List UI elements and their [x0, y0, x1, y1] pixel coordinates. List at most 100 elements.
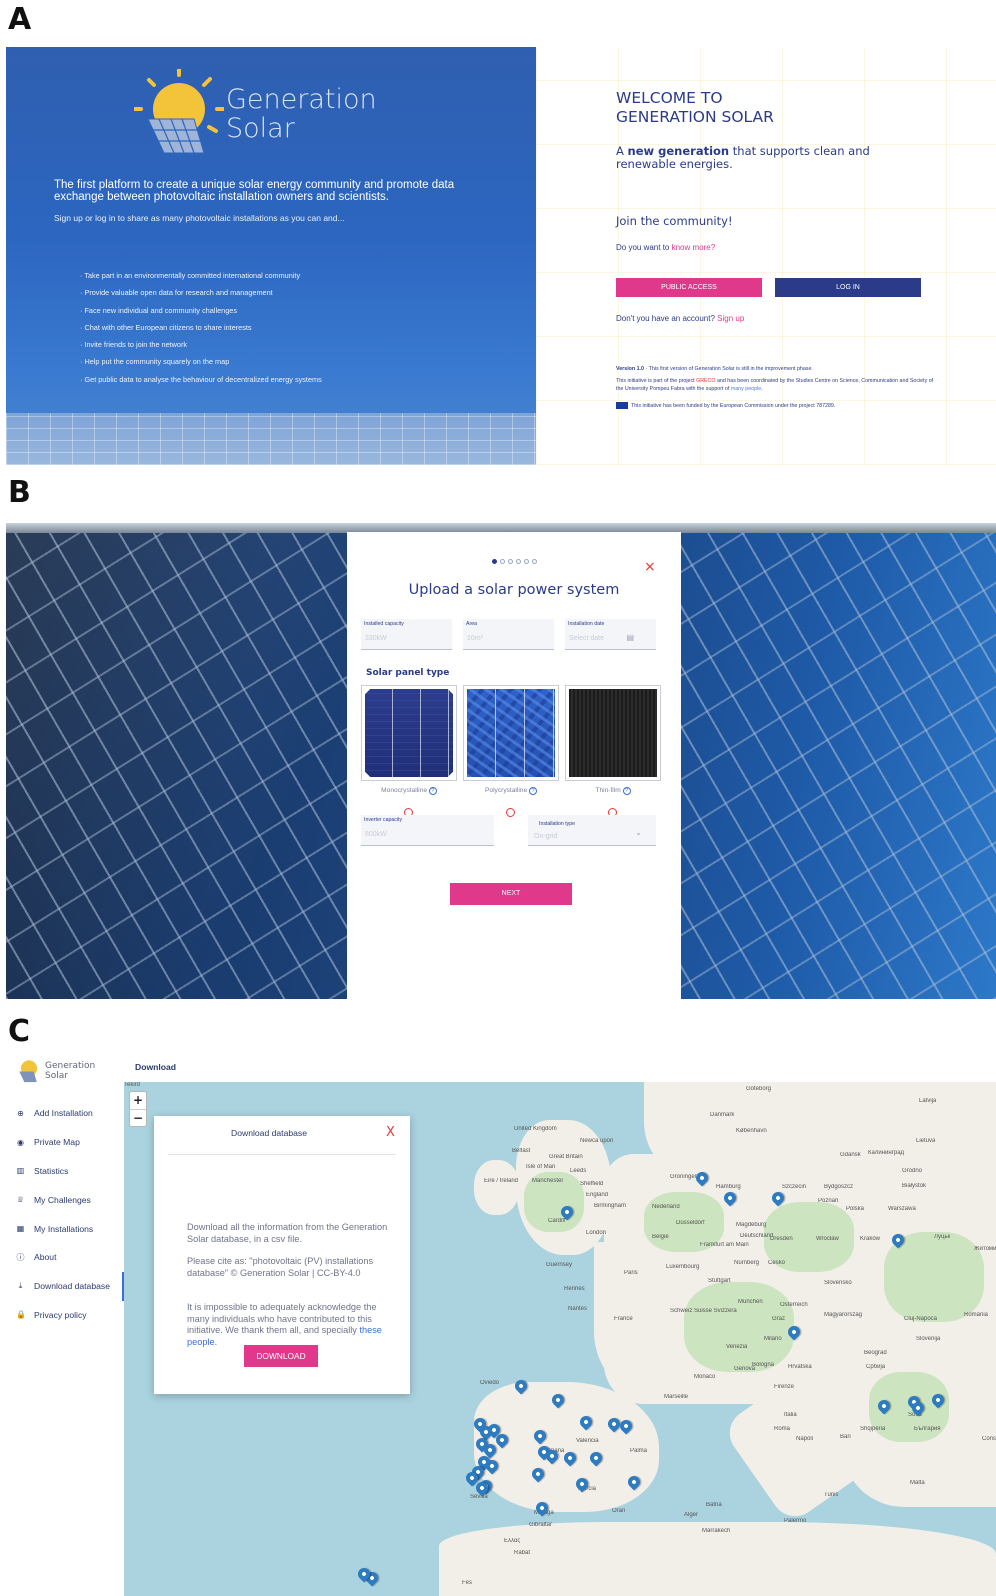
acknowledgement-text: It is impossible to adequately acknowled…	[187, 1302, 382, 1347]
ireland-land	[474, 1160, 519, 1215]
help-icon[interactable]: ?	[428, 787, 437, 795]
logo: Generation Solar	[133, 67, 404, 159]
public-access-button[interactable]: PUBLIC ACCESS	[616, 278, 762, 297]
map-label: Guernsey	[546, 1262, 573, 1268]
download-description: Download all the information from the Ge…	[187, 1222, 388, 1244]
thin-film-label: Thin-film ?	[565, 787, 661, 795]
greco-link[interactable]: GRECO	[696, 378, 715, 384]
map-label: Oviedo	[480, 1380, 500, 1386]
zoom-out-button[interactable]: −	[130, 1109, 146, 1126]
sidebar-item-private-map[interactable]: ◉ Private Map	[0, 1128, 124, 1157]
map-label: Bari	[840, 1434, 851, 1440]
map-label: Paris	[624, 1270, 638, 1276]
polycrystalline-radio[interactable]	[506, 808, 515, 817]
monocrystalline-option[interactable]	[361, 685, 457, 781]
feature-item: · Take part in an environmentally commit…	[80, 271, 301, 280]
help-icon[interactable]: ?	[622, 787, 631, 795]
feature-list: · Take part in an environmentally commit…	[80, 271, 322, 392]
sidebar-item-about[interactable]: ⓘ About	[0, 1243, 124, 1272]
map-label: Луцьк	[934, 1234, 951, 1240]
panel-label-b: B	[8, 475, 31, 510]
polycrystalline-label: Polycrystalline ?	[463, 787, 559, 795]
map-label: København	[736, 1128, 767, 1134]
installation-type-select[interactable]: Installation type On-grid ⌄	[528, 815, 656, 846]
map-label: Alger	[684, 1512, 699, 1518]
upload-title: Upload a solar power system	[408, 582, 620, 598]
map-label: Житоми	[974, 1246, 996, 1252]
step-dot	[508, 559, 513, 564]
map-label: Hamburg	[716, 1184, 741, 1190]
map-label: Ελλάς	[504, 1538, 521, 1544]
sidebar-item-download-database[interactable]: ⤓ Download database	[0, 1271, 124, 1301]
map-label: Marrakech	[702, 1528, 731, 1534]
version-note: Version 1.0 · This first version of Gene…	[616, 366, 813, 372]
map-label: England	[586, 1192, 609, 1198]
map-label: Sheffield	[580, 1181, 604, 1187]
intro-subtext: Sign up or log in to share as many photo…	[54, 213, 345, 223]
sidebar-item-statistics[interactable]: ▥ Statistics	[0, 1157, 124, 1186]
map-label: London	[586, 1230, 607, 1236]
download-button[interactable]: DOWNLOAD	[244, 1345, 318, 1367]
map-label: Düsseldorf	[676, 1220, 705, 1226]
map-label: München	[738, 1299, 763, 1305]
sidebar-item-privacy-policy[interactable]: 🔒 Privacy policy	[0, 1301, 124, 1330]
map-label: Bologna	[752, 1362, 775, 1368]
area-field[interactable]: Area 10m²	[463, 619, 554, 650]
statistics-icon: ▥	[16, 1166, 25, 1176]
solar-panel-floor	[6, 413, 536, 465]
polycrystalline-option[interactable]	[463, 685, 559, 781]
map-label: België	[652, 1234, 669, 1240]
map-label: Cluj-Napoca	[904, 1316, 938, 1322]
many-people-link[interactable]: many people	[731, 386, 761, 392]
feature-item: · Invite friends to join the network	[80, 340, 188, 350]
sidebar-item-my-challenges[interactable]: ♕ My Challenges	[0, 1185, 124, 1214]
step-dot	[524, 559, 529, 564]
map-label: Göteborg	[746, 1086, 772, 1092]
close-icon[interactable]: X	[386, 1125, 395, 1140]
help-icon[interactable]: ?	[529, 787, 537, 795]
map-label: Rabat	[514, 1550, 531, 1556]
map-label: Grodno	[902, 1168, 923, 1174]
logo[interactable]: Generation Solar	[14, 1056, 114, 1083]
private-map-icon: ◉	[17, 1137, 24, 1147]
map-label: France	[614, 1316, 633, 1322]
intro-text: The first platform to create a unique so…	[54, 179, 455, 203]
feature-item: · Face new individual and community chal…	[80, 305, 237, 315]
know-more-link[interactable]: know more?	[672, 243, 716, 252]
landing-hero: Generation Solar The first platform to cr…	[6, 47, 536, 465]
log-in-button[interactable]: LOG IN	[775, 278, 921, 297]
map-label: Firenze	[774, 1384, 795, 1390]
sidebar-item-add-installation[interactable]: ⊕ Add Installation	[0, 1099, 124, 1128]
next-button[interactable]: NEXT	[450, 883, 572, 905]
map-label: Dresden	[770, 1236, 793, 1242]
map-label: Magdeburg	[736, 1222, 767, 1228]
map-label: România	[964, 1312, 989, 1318]
privacy-policy-icon: 🔒	[16, 1310, 26, 1320]
download-modal: Download database X Download all the inf…	[154, 1116, 410, 1394]
inverter-capacity-field[interactable]: Inverter capacity 800kW	[361, 815, 494, 846]
map-label: Birmingham	[594, 1203, 627, 1209]
map-label: Gdańsk	[840, 1152, 861, 1158]
map-label: Cardiff	[548, 1218, 566, 1224]
citation-text: Please cite as: "photovoltaic (PV) insta…	[187, 1256, 374, 1278]
map-label: Србија	[866, 1364, 886, 1370]
map-label: Warszawa	[888, 1206, 916, 1212]
thin-film-option[interactable]	[565, 685, 661, 781]
map-label: Danmark	[710, 1112, 735, 1118]
welcome-pane: WELCOME TO GENERATION SOLAR A new generat…	[536, 47, 996, 465]
close-icon[interactable]: ×	[644, 559, 656, 575]
feature-item: · Chat with other European citizens to s…	[80, 322, 252, 332]
map-label: Nantes	[568, 1306, 588, 1312]
installed-capacity-field[interactable]: Installed capacity 330kW	[361, 619, 452, 650]
sidebar-item-my-installations[interactable]: ▦ My Installations	[0, 1214, 124, 1243]
installation-date-field[interactable]: Installation date Select date ▤	[565, 619, 656, 650]
sun-panel-icon	[133, 67, 225, 154]
step-dot	[516, 559, 521, 564]
map-label: Milano	[764, 1336, 782, 1342]
upload-screen: × Upload a solar power system Installed …	[6, 523, 996, 999]
sign-up-link[interactable]: Sign up	[717, 314, 744, 323]
map-label: Great Britain	[549, 1154, 583, 1160]
map-label: Lietuva	[916, 1138, 936, 1144]
zoom-in-button[interactable]: +	[130, 1092, 146, 1109]
about-icon: ⓘ	[16, 1252, 25, 1262]
